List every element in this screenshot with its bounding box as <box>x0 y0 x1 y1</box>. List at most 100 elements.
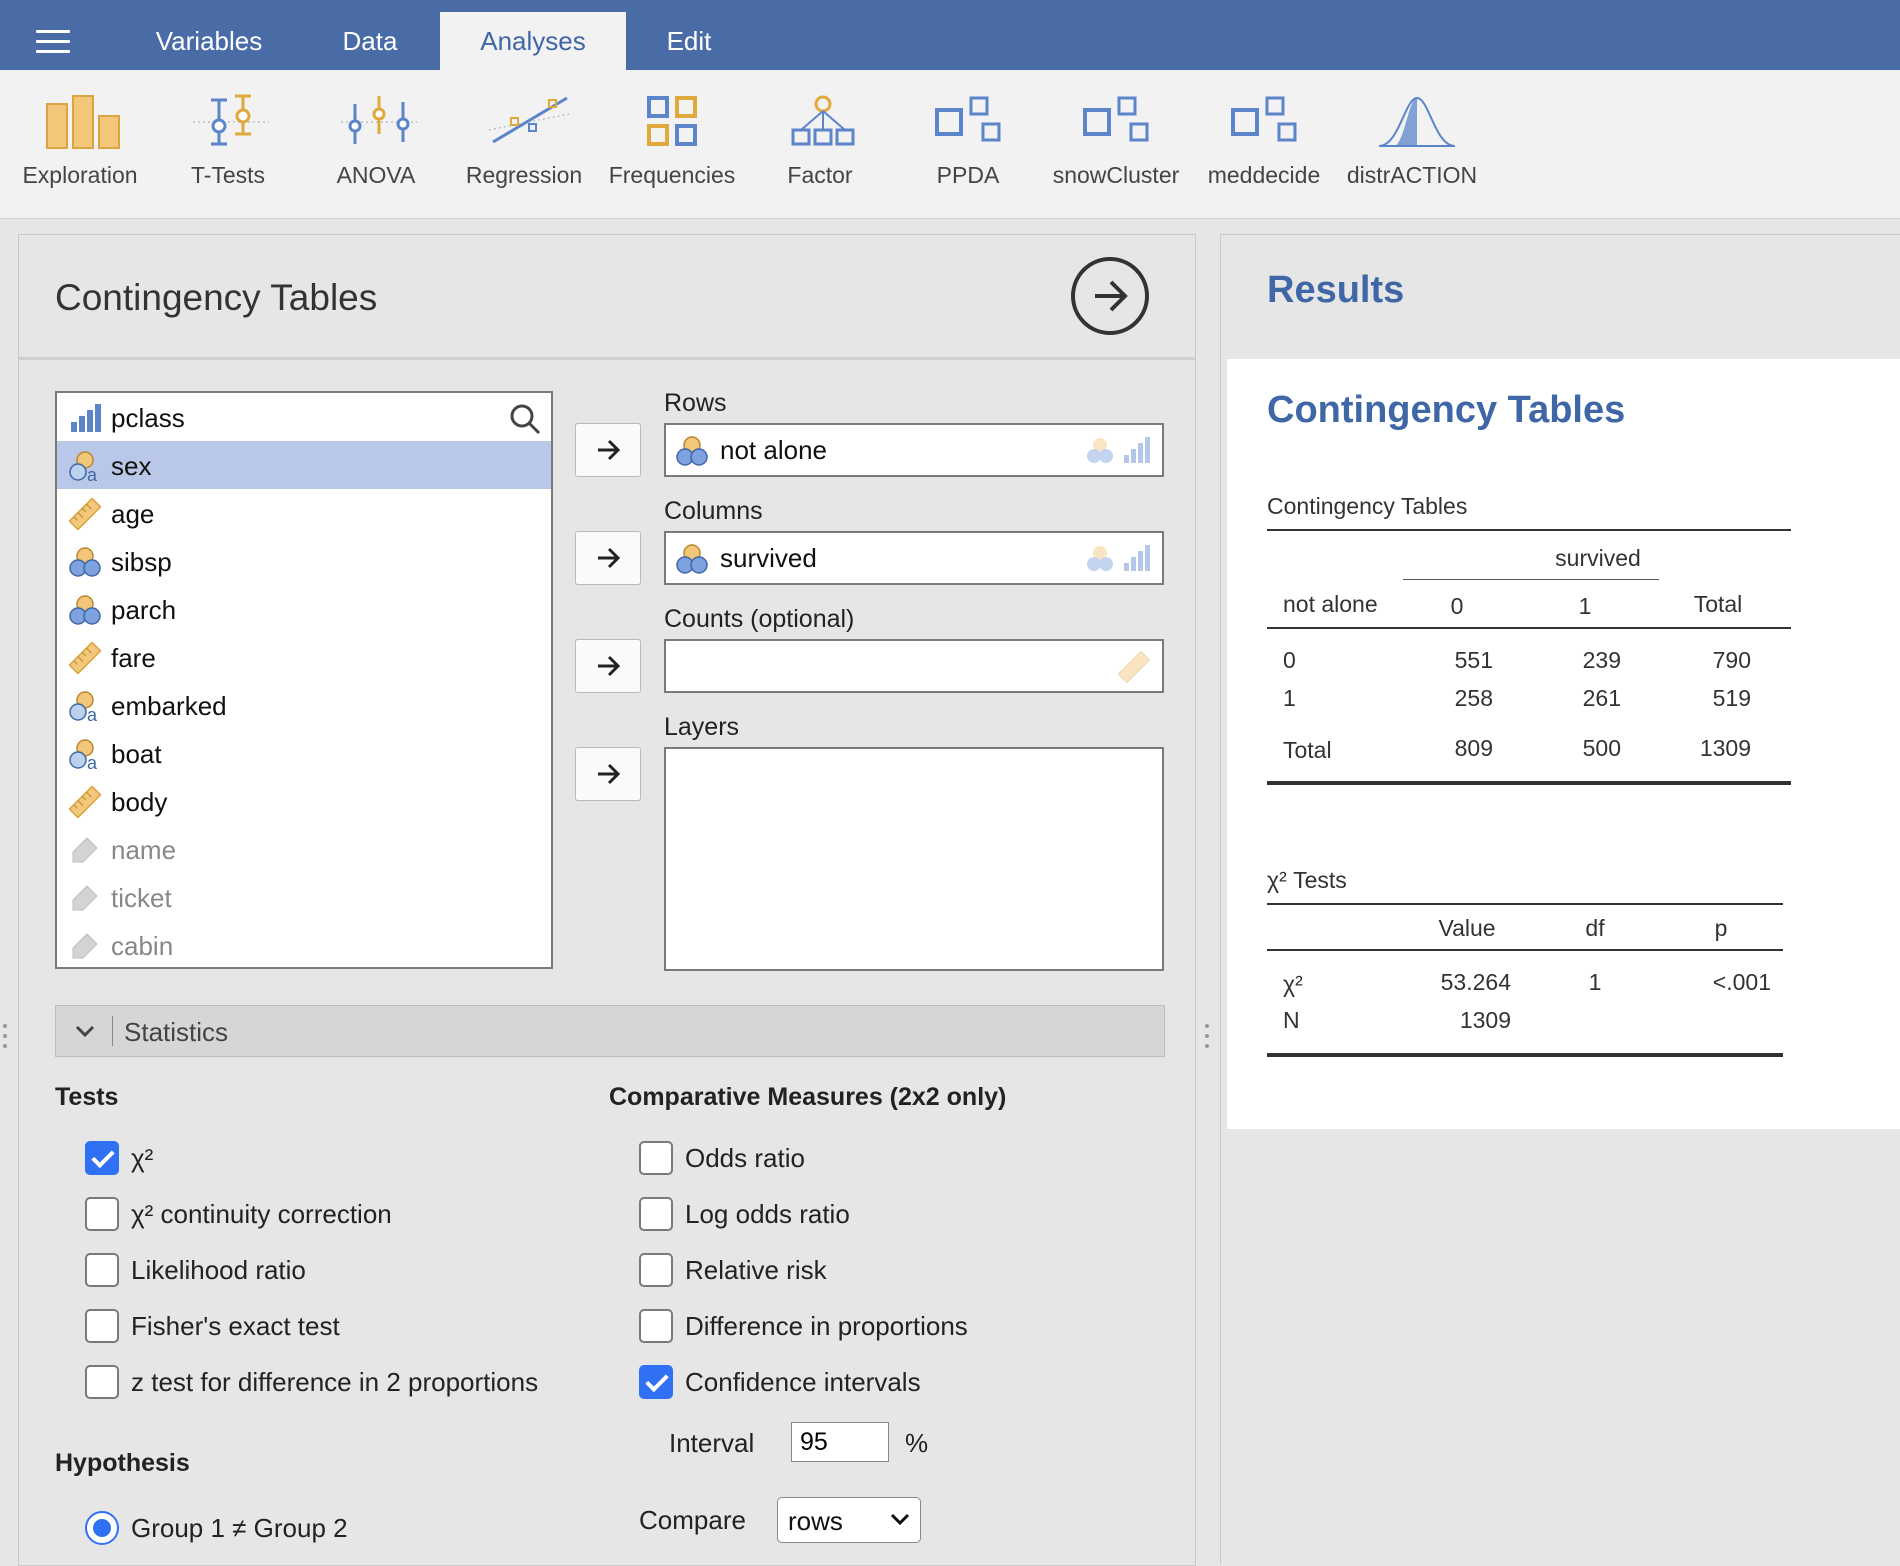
table-cell: 53.264 <box>1440 969 1511 995</box>
exploration-button[interactable]: Exploration <box>6 70 154 218</box>
fishers-exact-checkbox[interactable]: Fisher's exact test <box>85 1307 505 1347</box>
compare-label: Compare <box>639 1505 746 1535</box>
regression-button[interactable]: Regression <box>450 70 598 218</box>
list-item[interactable]: age <box>57 489 551 537</box>
tab-edit[interactable]: Edit <box>626 12 752 70</box>
list-item[interactable]: sibsp <box>57 537 551 585</box>
layers-target[interactable] <box>664 747 1164 971</box>
rows-value: not alone <box>720 435 827 465</box>
continuity-correction-checkbox[interactable]: χ² continuity correction <box>85 1195 505 1235</box>
confidence-intervals-checkbox[interactable]: Confidence intervals <box>639 1363 1059 1403</box>
row-label: 0 <box>1283 647 1296 673</box>
move-to-counts-button[interactable] <box>575 639 641 693</box>
variable-label: parch <box>111 595 177 625</box>
t-tests-button[interactable]: T-Tests <box>154 70 302 218</box>
table-rule <box>1267 949 1783 951</box>
frequencies-button[interactable]: Frequencies <box>598 70 746 218</box>
z-test-checkbox[interactable]: z test for difference in 2 proportions <box>85 1363 538 1403</box>
variable-list[interactable]: pclass a sex age sibsp parch fare a emba… <box>55 391 553 969</box>
row-label: 1 <box>1283 685 1296 711</box>
rows-target[interactable]: not alone <box>664 423 1164 477</box>
move-to-rows-button[interactable] <box>575 423 641 477</box>
chi-square-checkbox[interactable]: χ² <box>85 1139 505 1179</box>
list-item[interactable]: cabin <box>57 921 551 969</box>
list-item[interactable]: a boat <box>57 729 551 777</box>
counts-target[interactable] <box>664 639 1164 693</box>
checkbox[interactable] <box>85 1365 119 1399</box>
exploration-icon <box>46 95 120 149</box>
odds-ratio-checkbox[interactable]: Odds ratio <box>639 1139 1059 1179</box>
list-item[interactable]: a embarked <box>57 681 551 729</box>
checkbox[interactable] <box>639 1253 673 1287</box>
hypothesis-radio-two-sided[interactable]: Group 1 ≠ Group 2 <box>85 1509 505 1549</box>
row-variable-header: not alone <box>1283 591 1378 617</box>
column-header: 0 <box>1450 593 1464 619</box>
distribution-icon <box>1378 96 1456 147</box>
list-item[interactable]: name <box>57 825 551 873</box>
table-cell: 239 <box>1582 647 1621 673</box>
nominal-text-variable-icon: a <box>69 451 98 482</box>
list-item[interactable]: a sex <box>57 441 551 489</box>
arrow-right-icon <box>598 655 621 677</box>
compare-selected-value: rows <box>788 1506 843 1536</box>
tab-data[interactable]: Data <box>300 12 440 70</box>
checkbox[interactable] <box>639 1141 673 1175</box>
checkbox-checked[interactable] <box>639 1365 673 1399</box>
checkbox-label: χ² <box>131 1143 154 1173</box>
t-tests-icon <box>193 94 269 146</box>
checkbox[interactable] <box>639 1309 673 1343</box>
checkbox-label: Fisher's exact test <box>131 1311 340 1341</box>
radio-selected[interactable] <box>85 1511 119 1545</box>
compare-select[interactable]: rows <box>777 1497 921 1543</box>
checkbox[interactable] <box>85 1253 119 1287</box>
relative-risk-checkbox[interactable]: Relative risk <box>639 1251 1059 1291</box>
statistics-section-header[interactable]: Statistics <box>55 1005 1165 1057</box>
statistics-section-title: Statistics <box>124 1017 229 1047</box>
column-header: 1 <box>1578 593 1592 619</box>
table-rule <box>1267 1053 1783 1057</box>
likelihood-ratio-checkbox[interactable]: Likelihood ratio <box>85 1251 505 1291</box>
splitter-handle[interactable] <box>2 1024 8 1052</box>
list-item[interactable]: ticket <box>57 873 551 921</box>
variable-label: ticket <box>111 883 172 913</box>
list-item[interactable]: parch <box>57 585 551 633</box>
counts-label: Counts (optional) <box>664 605 855 633</box>
columns-target[interactable]: survived <box>664 531 1164 585</box>
variable-label: embarked <box>111 691 227 721</box>
table-cell: 809 <box>1454 735 1493 761</box>
table-cell: 519 <box>1712 685 1751 711</box>
move-to-columns-button[interactable] <box>575 531 641 585</box>
list-item[interactable]: fare <box>57 633 551 681</box>
checkbox[interactable] <box>639 1197 673 1231</box>
snowcluster-button[interactable]: snowCluster <box>1042 70 1190 218</box>
move-to-layers-button[interactable] <box>575 747 641 801</box>
continuous-variable-icon <box>69 642 101 674</box>
anova-button[interactable]: ANOVA <box>302 70 450 218</box>
list-item[interactable]: pclass <box>57 393 551 441</box>
column-header: p <box>1714 915 1728 941</box>
checkbox[interactable] <box>85 1309 119 1343</box>
list-item[interactable]: body <box>57 777 551 825</box>
meddecide-button[interactable]: meddecide <box>1190 70 1338 218</box>
factor-button[interactable]: Factor <box>746 70 894 218</box>
tab-variables[interactable]: Variables <box>120 12 298 70</box>
splitter-handle[interactable] <box>1204 1024 1210 1052</box>
search-icon[interactable] <box>509 403 541 435</box>
difference-in-proportions-checkbox[interactable]: Difference in proportions <box>639 1307 1059 1347</box>
run-arrow-button[interactable] <box>1071 257 1149 335</box>
tool-label: T-Tests <box>190 162 266 188</box>
hamburger-menu-icon[interactable] <box>36 30 70 54</box>
checkbox[interactable] <box>85 1197 119 1231</box>
interval-input[interactable] <box>791 1422 889 1462</box>
table-row: 1 258 261 519 <box>1227 685 1827 719</box>
tab-analyses[interactable]: Analyses <box>440 12 626 70</box>
checkbox-checked[interactable] <box>85 1141 119 1175</box>
results-heading: Results <box>1267 269 1405 311</box>
row-label: χ² <box>1283 971 1303 997</box>
distraction-button[interactable]: distrACTION <box>1338 70 1486 218</box>
variable-label: name <box>111 835 177 865</box>
table-cell: 1 <box>1588 969 1602 995</box>
ppda-button[interactable]: PPDA <box>894 70 1042 218</box>
log-odds-ratio-checkbox[interactable]: Log odds ratio <box>639 1195 1059 1235</box>
row-label: N <box>1283 1007 1300 1033</box>
